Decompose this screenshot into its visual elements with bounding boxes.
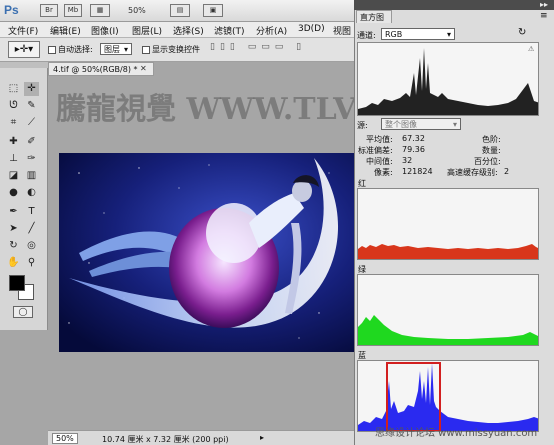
stat-cache-value: 2 xyxy=(504,167,510,176)
clone-stamp-icon[interactable]: ⊥ xyxy=(6,152,21,166)
document-title: 4.tif @ 50%(RGB/8) * xyxy=(53,65,138,74)
channel-dropdown[interactable]: RGB ▾ xyxy=(381,28,455,40)
red-histogram-graph xyxy=(358,244,538,259)
show-transform-label: 显示变换控件 xyxy=(152,45,200,54)
pen-tool-icon[interactable]: ✒ xyxy=(6,205,21,219)
3d-rotate-icon[interactable]: ↻ xyxy=(6,239,21,253)
histogram-tab[interactable]: 直方图 xyxy=(356,10,392,23)
type-tool-icon[interactable]: T xyxy=(24,205,39,219)
auto-select-checkbox[interactable] xyxy=(48,46,56,54)
marquee-tool-icon[interactable]: ⬚ xyxy=(6,82,21,96)
history-brush-icon[interactable]: ✑ xyxy=(24,152,39,166)
auto-select-label: 自动选择: xyxy=(58,45,93,54)
align-buttons[interactable]: ▯▯▯ ▭▭▭ ▯ xyxy=(210,42,350,56)
cache-warning-icon[interactable]: ⚠ xyxy=(528,45,534,53)
quick-mask-icon[interactable]: ◯ xyxy=(13,306,33,318)
histogram-tab-label: 直方图 xyxy=(360,13,384,22)
tools-panel-header[interactable] xyxy=(0,62,48,68)
menu-layer[interactable]: 图层(L) xyxy=(132,24,162,37)
status-arrow-icon[interactable]: ▸ xyxy=(260,433,264,442)
chevron-down-icon: ▾ xyxy=(123,45,128,54)
photoshop-logo: Ps xyxy=(4,3,19,17)
green-histogram-graph xyxy=(358,315,538,345)
menu-view[interactable]: 视图 xyxy=(333,24,351,37)
screen-mode-icon[interactable]: ▣ xyxy=(203,4,223,17)
gradient-tool-icon[interactable]: ▥ xyxy=(24,169,39,183)
view-extras-icon[interactable]: ▦ xyxy=(90,4,110,17)
stat-mean-label: 平均值: xyxy=(366,135,393,144)
highlight-box xyxy=(386,362,441,431)
corner-watermark: 思缘设计论坛 www.missyuan.com xyxy=(375,428,538,439)
crop-tool-icon[interactable]: ⌗ xyxy=(6,116,21,130)
status-zoom[interactable]: 50% xyxy=(52,433,78,444)
photo-illustration xyxy=(59,153,354,352)
lasso-tool-icon[interactable]: ᘎ xyxy=(6,99,21,113)
mini-bridge-icon[interactable]: Mb xyxy=(64,4,82,17)
menu-filter[interactable]: 滤镜(T) xyxy=(214,24,245,37)
menu-select[interactable]: 选择(S) xyxy=(173,24,204,37)
tools-panel: ⬚ ✛ ᘎ ✎ ⌗ ⟋ ✚ ✐ ⊥ ✑ ◪ ▥ ● ◐ ✒ T ➤ ╱ ↻ ◎ … xyxy=(0,62,48,330)
auto-select-value: 图层 xyxy=(104,45,120,54)
dodge-tool-icon[interactable]: ◐ xyxy=(24,186,39,200)
channel-label: 通道: xyxy=(357,31,376,40)
channel-value: RGB xyxy=(385,30,403,39)
red-histogram xyxy=(357,188,539,260)
stat-pixels-label: 像素: xyxy=(374,168,393,177)
menu-image[interactable]: 图像(I) xyxy=(91,24,119,37)
stat-cache-label: 高速缓存级别: xyxy=(447,168,498,177)
stat-level-label: 色阶: xyxy=(482,135,501,144)
healing-brush-icon[interactable]: ✚ xyxy=(6,135,21,149)
stat-std-value: 79.36 xyxy=(402,145,425,154)
stat-mean-value: 67.32 xyxy=(402,134,425,143)
eraser-tool-icon[interactable]: ◪ xyxy=(6,169,21,183)
source-dropdown[interactable]: 整个图像 ▾ xyxy=(381,118,461,130)
menu-3d[interactable]: 3D(D) xyxy=(298,24,325,34)
bridge-icon[interactable]: Br xyxy=(40,4,58,17)
document-image[interactable] xyxy=(59,153,354,352)
brush-tool-icon[interactable]: ✐ xyxy=(24,135,39,149)
3d-orbit-icon[interactable]: ◎ xyxy=(24,239,39,253)
eyedropper-tool-icon[interactable]: ⟋ xyxy=(24,116,39,130)
hand-tool-icon[interactable]: ✋ xyxy=(6,256,21,270)
show-transform-checkbox[interactable] xyxy=(142,46,150,54)
panel-collapse-icon[interactable]: ▸▸ xyxy=(540,0,548,9)
rgb-histogram: ⚠ xyxy=(357,42,539,116)
move-tool-preset-picker[interactable]: ▸✛▾ xyxy=(8,41,40,58)
quick-select-tool-icon[interactable]: ✎ xyxy=(24,99,39,113)
menu-edit[interactable]: 编辑(E) xyxy=(50,24,81,37)
status-doc-info: 10.74 厘米 x 7.32 厘米 (200 ppi) xyxy=(102,435,229,444)
close-document-icon[interactable]: ✕ xyxy=(140,64,147,73)
source-label: 源: xyxy=(357,121,368,130)
panel-title-bar[interactable] xyxy=(354,0,554,10)
stat-count-label: 数量: xyxy=(482,146,501,155)
zoom-level[interactable]: 50% xyxy=(128,6,146,15)
stat-median-label: 中间值: xyxy=(366,157,393,166)
blur-tool-icon[interactable]: ● xyxy=(6,186,21,200)
auto-select-dropdown[interactable]: 图层 ▾ xyxy=(100,43,132,55)
menu-file[interactable]: 文件(F) xyxy=(8,24,38,37)
refresh-icon[interactable]: ↻ xyxy=(518,27,526,38)
menu-analysis[interactable]: 分析(A) xyxy=(256,24,287,37)
zoom-tool-icon[interactable]: ⚲ xyxy=(24,256,39,270)
stat-pixels-value: 121824 xyxy=(402,167,433,176)
chevron-down-icon: ▾ xyxy=(452,120,457,129)
path-selection-icon[interactable]: ➤ xyxy=(6,222,21,236)
arrange-documents-icon[interactable]: ▤ xyxy=(170,4,190,17)
green-histogram xyxy=(357,274,539,346)
move-tool-icon[interactable]: ✛ xyxy=(24,82,39,96)
chevron-down-icon: ▾ xyxy=(446,30,451,39)
status-bar: 50% 10.74 厘米 x 7.32 厘米 (200 ppi) ▸ xyxy=(48,430,354,445)
panel-menu-icon[interactable]: ≡ xyxy=(540,11,548,21)
stat-std-label: 标准偏差: xyxy=(358,146,393,155)
foreground-color-swatch-top[interactable] xyxy=(9,275,25,291)
stat-percentile-label: 百分位: xyxy=(474,157,501,166)
rgb-histogram-graph xyxy=(358,48,538,115)
source-value: 整个图像 xyxy=(385,120,417,129)
blue-histogram xyxy=(357,360,539,432)
document-tab[interactable]: 4.tif @ 50%(RGB/8) * xyxy=(48,62,154,76)
stat-median-value: 32 xyxy=(402,156,413,165)
line-tool-icon[interactable]: ╱ xyxy=(24,222,39,236)
